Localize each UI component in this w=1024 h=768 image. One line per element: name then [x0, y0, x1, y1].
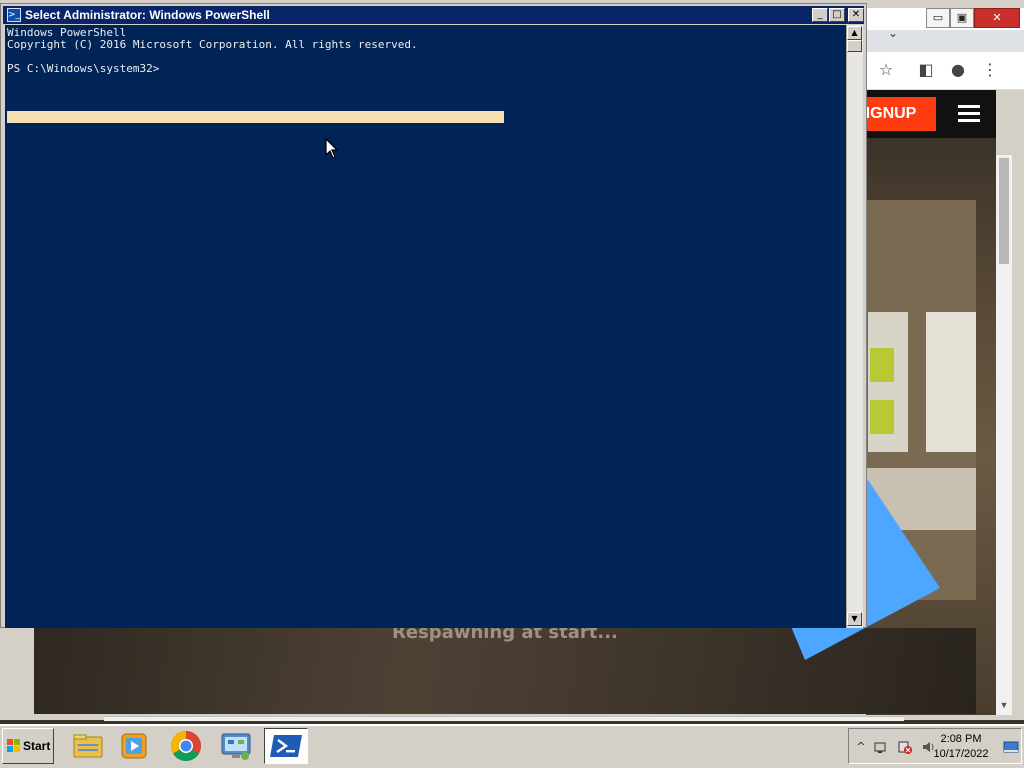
- powershell-icon: [270, 735, 302, 757]
- show-desktop-icon[interactable]: [1003, 739, 1019, 755]
- browser-maximize-button[interactable]: ▣: [950, 8, 974, 28]
- browser-scroll-thumb[interactable]: [999, 158, 1009, 264]
- show-hidden-icons-chevron-icon[interactable]: ^: [853, 739, 869, 755]
- game-target: [870, 400, 894, 434]
- tab-search-chevron-icon[interactable]: ⌄: [888, 26, 904, 42]
- browser-menu-icon[interactable]: ⋮: [980, 60, 1000, 80]
- powershell-taskbar-button[interactable]: [264, 728, 308, 764]
- game-block: [926, 312, 976, 452]
- chrome-icon: [170, 731, 202, 762]
- console-scroll-thumb[interactable]: [847, 40, 862, 52]
- control-panel-icon: [221, 733, 251, 760]
- scroll-down-arrow-icon[interactable]: ▼: [998, 700, 1010, 712]
- close-button[interactable]: ✕: [848, 8, 864, 22]
- game-target: [870, 348, 894, 382]
- powershell-titlebar[interactable]: >_ Select Administrator: Windows PowerSh…: [3, 6, 864, 24]
- clock-date[interactable]: 10/17/2022: [921, 748, 1001, 760]
- control-panel-taskbar-button[interactable]: [214, 728, 258, 764]
- powershell-window[interactable]: >_ Select Administrator: Windows PowerSh…: [0, 3, 867, 628]
- media-player-icon: [121, 733, 147, 759]
- console-line: Copyright (C) 2016 Microsoft Corporation…: [7, 38, 418, 51]
- console-scrollbar[interactable]: [846, 25, 863, 628]
- powershell-icon[interactable]: >_: [7, 8, 21, 22]
- bookmark-star-icon[interactable]: ☆: [876, 60, 896, 80]
- hamburger-menu-icon[interactable]: [958, 105, 980, 123]
- profile-avatar-icon[interactable]: ●: [948, 60, 968, 80]
- start-label: Start: [23, 739, 51, 753]
- maximize-button[interactable]: □: [829, 8, 845, 22]
- mouse-cursor-icon: [325, 138, 339, 159]
- chrome-taskbar-button[interactable]: [164, 728, 208, 764]
- minimize-button[interactable]: _: [812, 8, 828, 22]
- console-output[interactable]: Windows PowerShell Copyright (C) 2016 Mi…: [5, 25, 846, 628]
- scroll-down-button[interactable]: ▼: [847, 612, 862, 626]
- window-title: Select Administrator: Windows PowerShell: [25, 8, 270, 22]
- action-center-alert-icon[interactable]: [897, 739, 913, 755]
- start-button[interactable]: Start: [2, 728, 54, 764]
- console-prompt[interactable]: PS C:\Windows\system32>: [7, 63, 159, 75]
- scroll-up-button[interactable]: ▲: [847, 26, 862, 40]
- browser-close-button[interactable]: ✕: [974, 8, 1020, 28]
- text-selection-highlight[interactable]: [7, 111, 504, 123]
- network-icon[interactable]: [873, 739, 889, 755]
- clock-time[interactable]: 2:08 PM: [921, 733, 1001, 745]
- file-explorer-taskbar-button[interactable]: [66, 728, 110, 764]
- windows-logo-icon: [7, 739, 21, 753]
- horizontal-scrollbar[interactable]: [104, 716, 904, 721]
- browser-minimize-button[interactable]: ▭: [926, 8, 950, 28]
- file-explorer-icon: [73, 734, 103, 758]
- signup-button[interactable]: SIGNUP: [866, 97, 936, 131]
- system-tray: ^ 2:08 PM 10/17/2022: [848, 728, 1022, 764]
- side-panel-icon[interactable]: ◧: [916, 60, 936, 80]
- media-player-taskbar-button[interactable]: [112, 728, 156, 764]
